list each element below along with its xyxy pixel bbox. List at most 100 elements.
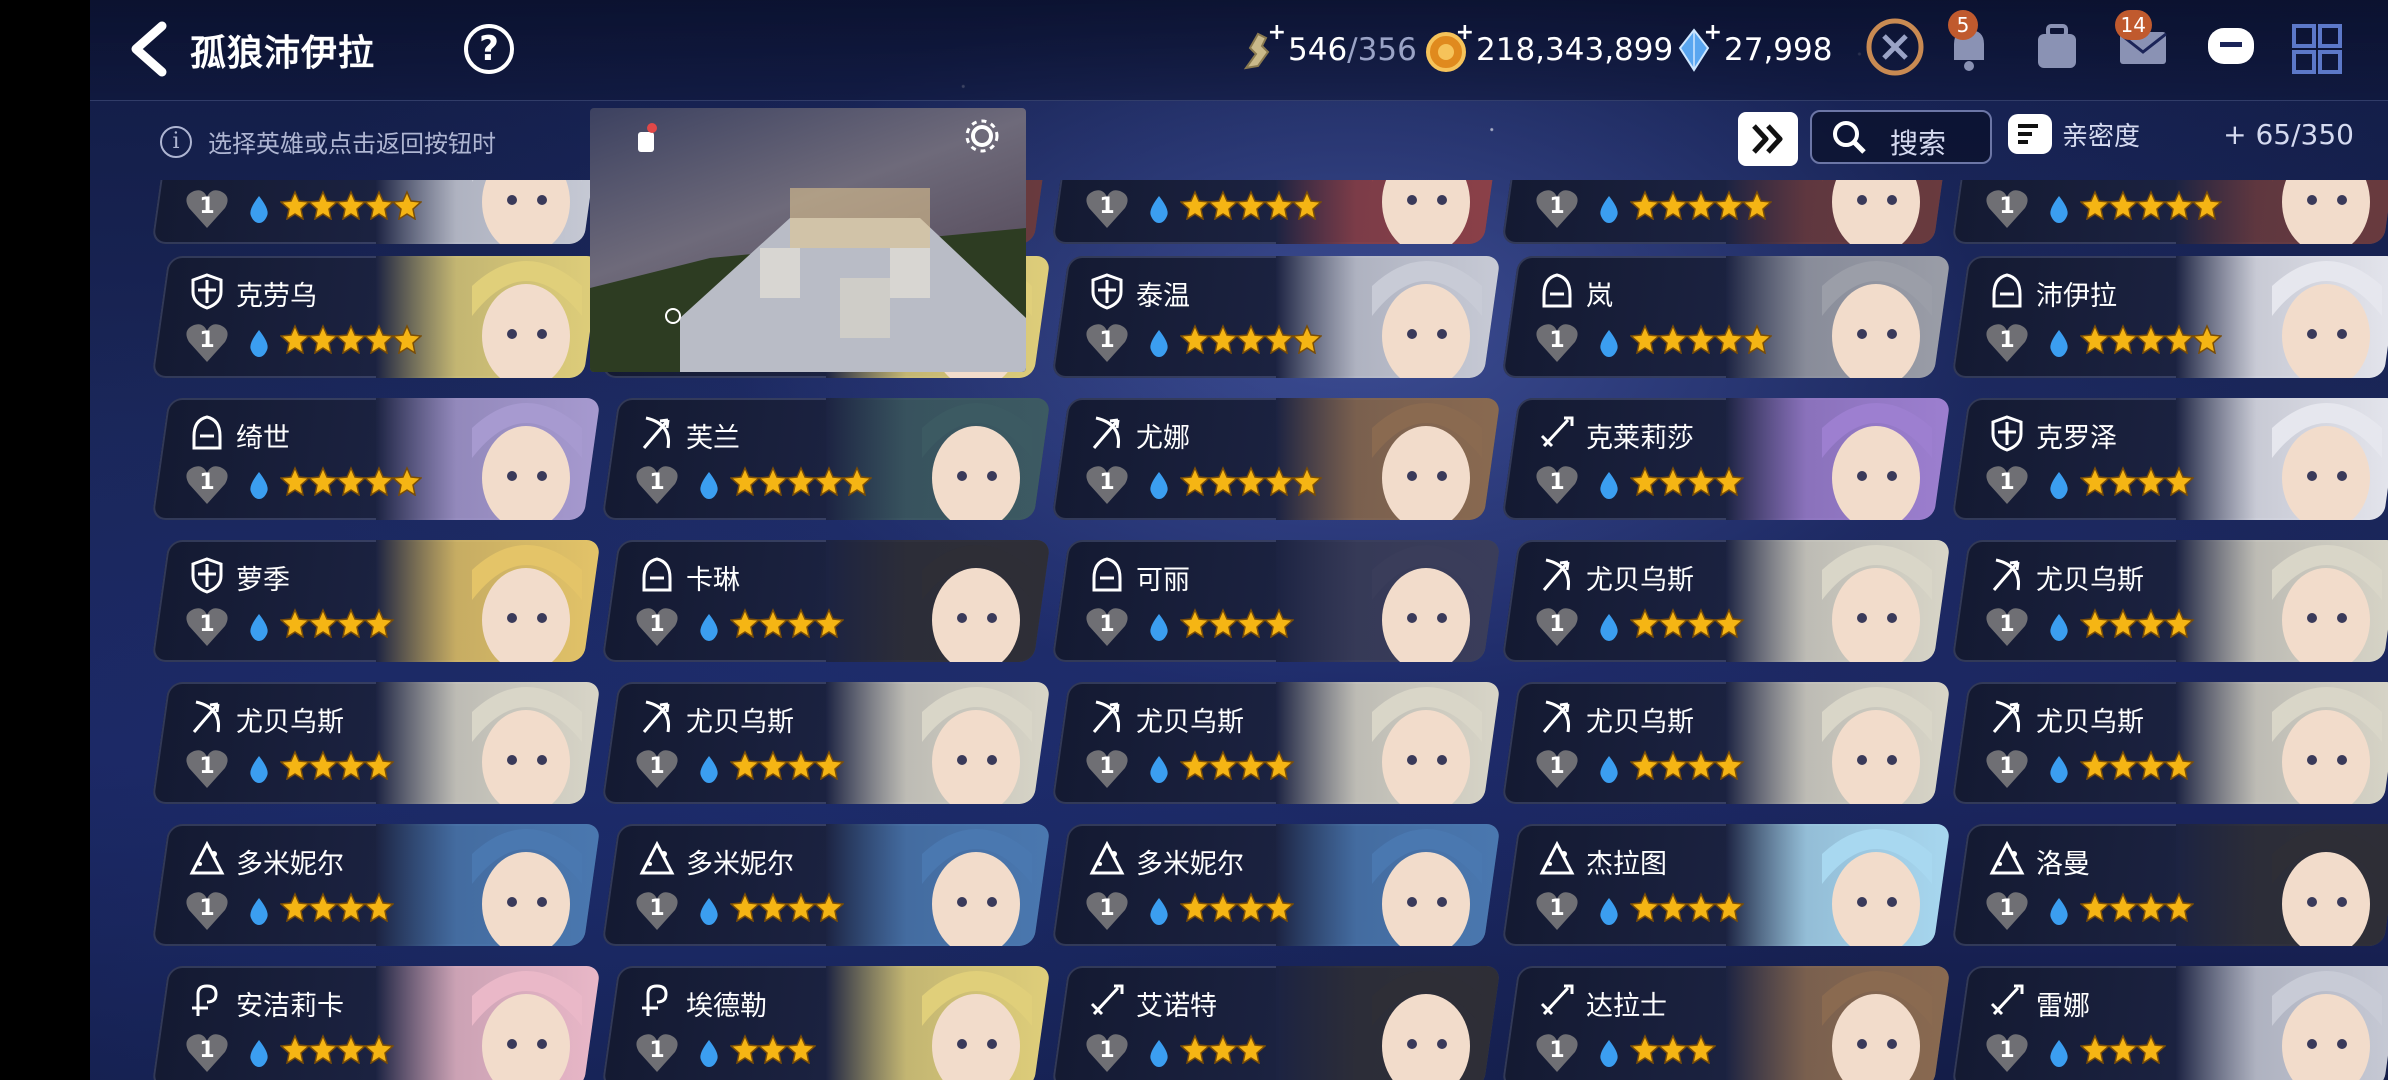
hero-portrait [2176,824,2388,946]
back-button[interactable] [122,20,174,78]
crystal-resource[interactable]: + 27,998 [1672,20,1832,78]
bond-level: 1 [649,470,665,495]
hero-card[interactable]: 克劳乌 1 [151,256,601,378]
expand-button[interactable] [1738,112,1798,166]
water-drop-icon [1148,328,1170,358]
hero-card[interactable]: 1 [1051,180,1501,244]
key-count: 546 [1288,32,1348,68]
water-drop-icon [2048,328,2070,358]
hero-card[interactable]: 安洁莉卡 1 [151,966,601,1080]
grid-menu-icon [2292,24,2342,74]
hero-card[interactable]: 多米妮尔 1 [151,824,601,946]
bond-level: 1 [1549,1038,1565,1063]
chevron-left-icon [131,21,167,77]
hero-card[interactable]: 克莱莉莎 1 [1501,398,1951,520]
heart-icon: 1 [634,748,680,790]
gear-icon[interactable] [962,116,1002,156]
heart-icon: 1 [1984,748,2030,790]
heart-icon: 1 [1534,606,1580,648]
hero-card[interactable]: 沛伊拉 1 [1951,256,2388,378]
minimap-overlay[interactable] [590,108,1026,372]
class-warrior-icon [1538,414,1576,452]
double-chevron-right-icon [1752,124,1783,154]
hero-capacity[interactable]: + 65/350 [2223,118,2354,151]
hero-name: 岚 [1586,281,1613,312]
hero-portrait [376,540,601,662]
hero-card[interactable]: 尤贝乌斯 1 [1501,682,1951,804]
chat-icon [2208,28,2254,64]
water-drop-icon [698,896,720,926]
bond-level: 1 [199,896,215,921]
class-archer-icon [1988,556,2026,594]
hero-card[interactable]: 绮世 1 [151,398,601,520]
star-rating [2080,750,2194,786]
bond-level: 1 [1999,896,2015,921]
affinity-filter[interactable]: 亲密度 [2008,114,2140,154]
class-archer-icon [1088,414,1126,452]
bond-level: 1 [1549,896,1565,921]
star-rating [1180,892,1294,928]
chat-button[interactable] [2200,16,2262,78]
hero-card[interactable]: 1 [1501,180,1951,244]
hero-card[interactable]: 洛曼 1 [1951,824,2388,946]
bond-level: 1 [1549,194,1565,219]
hero-card[interactable]: 芙兰 1 [601,398,1051,520]
heart-icon: 1 [184,1032,230,1074]
alerts-button[interactable]: 5 [1938,10,2000,78]
hero-card[interactable]: 埃德勒 1 [601,966,1051,1080]
hero-card[interactable]: 1 [151,180,601,244]
bond-level: 1 [1099,612,1115,637]
hero-card[interactable]: 达拉士 1 [1501,966,1951,1080]
mail-button[interactable]: 14 [2112,10,2174,78]
hero-portrait [1276,540,1501,662]
hero-card[interactable]: 艾诺特 1 [1051,966,1501,1080]
hero-card[interactable]: 多米妮尔 1 [1051,824,1501,946]
search-input[interactable]: 搜索 [1810,110,1992,164]
bond-level: 1 [1549,470,1565,495]
hero-card[interactable]: 克罗泽 1 [1951,398,2388,520]
hero-card[interactable]: 尤贝乌斯 1 [151,682,601,804]
search-label: 搜索 [1890,127,1947,160]
inventory-button[interactable] [2026,16,2088,78]
hero-card[interactable]: 尤贝乌斯 1 [1501,540,1951,662]
hero-card[interactable]: 雷娜 1 [1951,966,2388,1080]
menu-button[interactable] [2286,16,2348,78]
hero-card[interactable]: 卡琳 1 [601,540,1051,662]
help-button[interactable]: ? [464,24,514,74]
hero-card[interactable]: 尤贝乌斯 1 [1051,682,1501,804]
hero-card[interactable]: 可丽 1 [1051,540,1501,662]
bond-level: 1 [199,194,215,219]
filter-label: 亲密度 [2062,121,2141,152]
hero-name: 多米妮尔 [686,849,794,880]
hero-name: 可丽 [1136,565,1190,596]
class-archer-icon [1538,698,1576,736]
gold-resource[interactable]: + 218,343,899 [1424,20,1673,78]
class-knight-icon [1088,272,1126,310]
bond-level: 1 [649,754,665,779]
heart-icon: 1 [1984,464,2030,506]
hero-card[interactable]: 1 [1951,180,2388,244]
crystal-icon: + [1672,20,1722,72]
hero-card[interactable]: 岚1 [1501,256,1951,378]
hero-card[interactable]: 尤娜 1 [1051,398,1501,520]
hero-portrait [376,682,601,804]
hero-card[interactable]: 尤贝乌斯 1 [601,682,1051,804]
hero-card[interactable]: 萝季 1 [151,540,601,662]
hero-card[interactable]: 杰拉图 1 [1501,824,1951,946]
hero-card[interactable]: 多米妮尔 1 [601,824,1051,946]
heart-icon: 1 [1084,464,1130,506]
auto-battle-button[interactable] [1864,16,1926,78]
hero-card[interactable]: 泰温 1 [1051,256,1501,378]
key-resource[interactable]: + 546 /356 [1236,20,1417,78]
hero-portrait [1726,966,1951,1080]
heart-icon: 1 [1084,606,1130,648]
water-drop-icon [2048,612,2070,642]
heart-icon: 1 [184,464,230,506]
heart-icon: 1 [1534,464,1580,506]
hero-card[interactable]: 尤贝乌斯 1 [1951,540,2388,662]
hero-portrait [1276,824,1501,946]
hero-card[interactable]: 尤贝乌斯 1 [1951,682,2388,804]
class-mage-icon [638,840,676,878]
bond-level: 1 [649,896,665,921]
bond-level: 1 [199,754,215,779]
